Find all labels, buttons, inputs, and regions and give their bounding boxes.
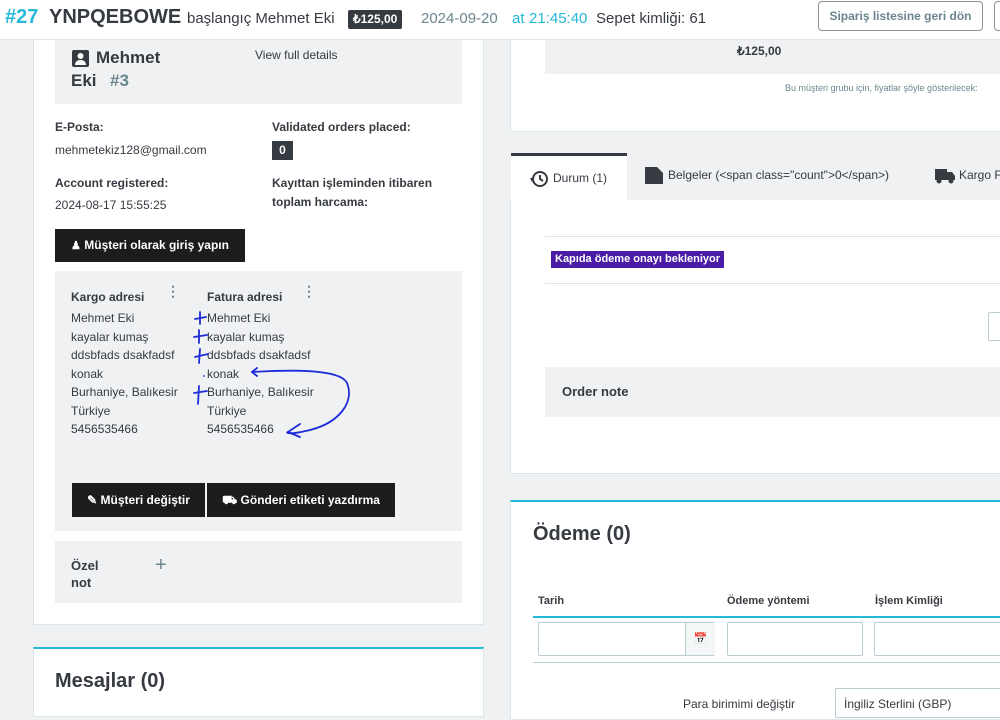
order-note-title: Order note (562, 384, 629, 399)
private-note-title-line2: not (71, 575, 92, 590)
payment-row-divider (533, 662, 1000, 663)
document-icon (645, 167, 663, 184)
shipping-address: Mehmet Eki kayalar kumaş ddsbfads dsakfa… (71, 309, 178, 439)
add-note-plus-icon[interactable]: + (155, 554, 167, 577)
order-time: 21:45:40 (529, 10, 588, 27)
payment-column-date: Tarih (538, 595, 565, 607)
total-spent-label-line2: toplam harcama: (272, 195, 369, 209)
validated-orders-label: Validated orders placed: (272, 120, 411, 134)
user-icon: ♟ (71, 240, 81, 252)
change-customer-label: Müşteri değiştir (100, 493, 190, 507)
payment-date-input[interactable]: 📅 (538, 622, 715, 656)
status-select[interactable] (988, 312, 1000, 341)
print-shipping-label-label: Gönderi etiketi yazdırma (240, 493, 380, 507)
account-registered-date: 2024-08-17 15:55:25 (55, 198, 167, 212)
order-id: #27 (5, 6, 39, 28)
order-placed-by: başlangıç Mehmet Eki (187, 10, 335, 27)
tab-documents-label: Belgeler (<span class="count">0</span>) (668, 168, 889, 182)
customer-email: mehmetekiz128@gmail.com (55, 143, 207, 157)
user-card-icon (72, 50, 89, 67)
payment-method-input[interactable] (727, 622, 863, 656)
status-card (510, 200, 1000, 474)
order-date: 2024-09-20 (421, 10, 498, 27)
private-note-panel (55, 541, 462, 603)
tab-shipping-label: Kargo F (959, 168, 1000, 182)
shipping-address-line: kayalar kumaş (71, 329, 149, 344)
status-divider (545, 283, 1000, 284)
customer-id: #3 (110, 71, 129, 90)
truck-icon (935, 169, 955, 184)
handwritten-annotation (193, 311, 350, 438)
shipping-address-line: 5456535466 (71, 422, 138, 436)
shipping-address-line: Mehmet Eki (71, 311, 135, 325)
billing-address-title: Fatura adresi (207, 290, 283, 304)
cart-id: Sepet kimliği: 61 (596, 10, 707, 27)
currency-select[interactable]: İngiliz Sterlini (GBP) (835, 688, 1000, 718)
view-full-details-link[interactable]: View full details (255, 48, 338, 62)
payment-column-transaction-id: İşlem Kimliği (875, 595, 943, 607)
login-as-customer-button[interactable]: ♟ Müşteri olarak giriş yapın (55, 229, 245, 262)
shipping-address-line: Türkiye (71, 403, 111, 418)
order-reference: YNPQEBOWE (49, 6, 182, 28)
truck-icon: ⛟ (222, 493, 238, 507)
currency-label: Para birimimi değiştir (683, 697, 796, 711)
customer-group-note: Bu müşteri grubu için, fiyatlar şöyle gö… (785, 83, 978, 93)
total-spent-label-line1: Kayıttan işleminden itibaren (272, 176, 433, 190)
print-shipping-label-button[interactable]: ⛟ Gönderi etiketi yazdırma (207, 483, 395, 517)
order-date-at: at (512, 10, 525, 27)
back-to-orders-button[interactable]: Sipariş listesine geri dön (818, 1, 983, 31)
shipping-address-line: Burhaniye, Balıkesir (71, 385, 178, 399)
order-status-badge: Kapıda ödeme onayı bekleniyor (551, 251, 725, 268)
currency-select-value: İngiliz Sterlini (GBP) (844, 697, 952, 711)
order-total-badge: ₺125,00 (348, 10, 403, 29)
messages-title: Mesajlar (0) (55, 670, 166, 692)
header-extra-button[interactable] (994, 1, 1000, 31)
status-divider (545, 236, 1000, 237)
summary-price: ₺125,00 (737, 44, 782, 58)
email-label: E-Posta: (55, 120, 104, 134)
account-registered-label: Account registered: (55, 176, 169, 190)
validated-orders-count: 0 (272, 141, 293, 160)
customer-last-name: Eki (71, 71, 97, 90)
pencil-icon: ✎ (87, 493, 98, 507)
calendar-icon[interactable]: 📅 (685, 623, 715, 655)
tab-status-label: Durum (1) (553, 171, 608, 185)
transaction-id-input[interactable] (874, 622, 1000, 656)
login-as-customer-label: Müşteri olarak giriş yapın (84, 238, 229, 252)
shipping-address-menu-icon[interactable]: ⋮ (166, 284, 180, 298)
private-note-title-line1: Özel (71, 558, 99, 573)
shipping-address-line: konak (71, 366, 104, 381)
billing-address-menu-icon[interactable]: ⋮ (302, 284, 316, 298)
change-customer-button[interactable]: ✎ Müşteri değiştir (72, 483, 205, 517)
shipping-address-title: Kargo adresi (71, 290, 145, 304)
customer-first-name: Mehmet (96, 48, 161, 67)
payment-column-method: Ödeme yöntemi (727, 595, 810, 607)
shipping-address-line: ddsbfads dsakfadsf (71, 348, 175, 362)
payment-table-header-line (533, 616, 1000, 618)
history-icon (530, 171, 548, 187)
tab-status[interactable]: Durum (1) (511, 156, 627, 201)
payment-title: Ödeme (0) (533, 523, 631, 545)
